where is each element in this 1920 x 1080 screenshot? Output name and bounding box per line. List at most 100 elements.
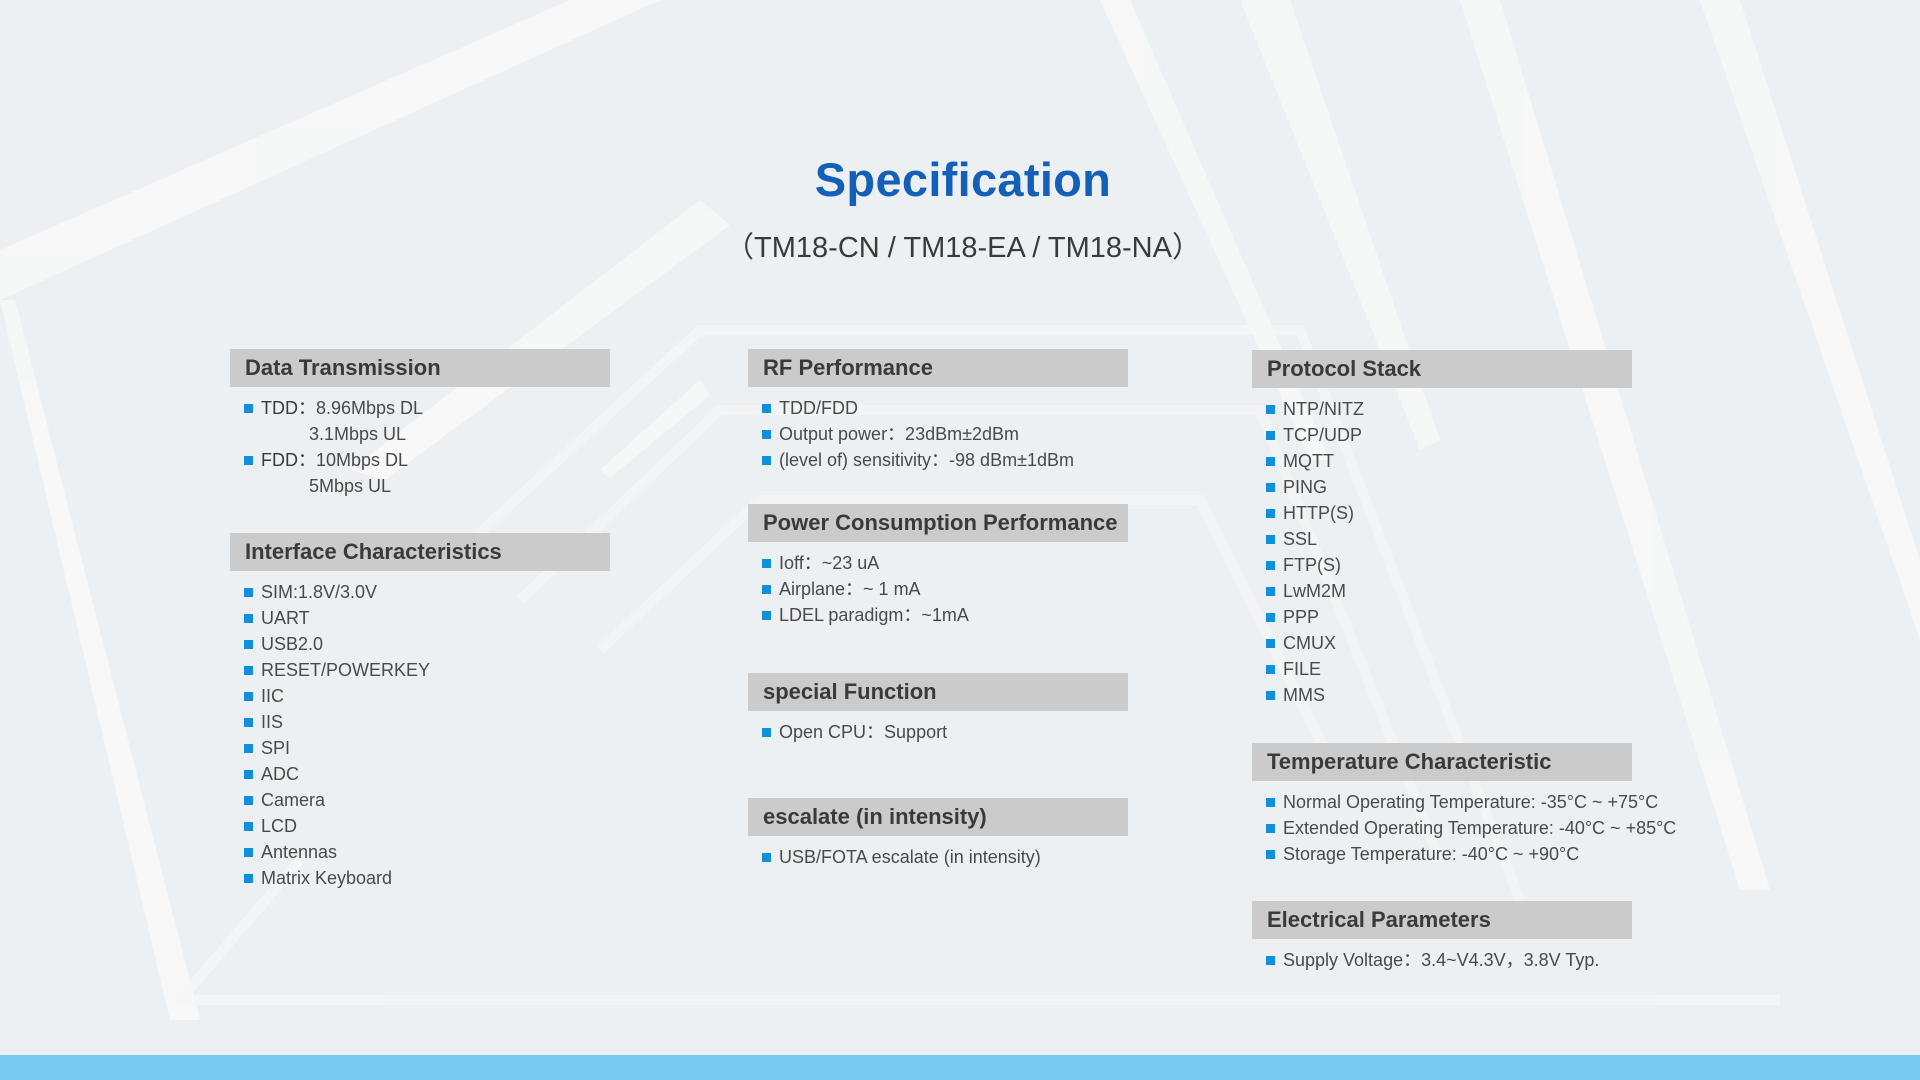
square-bullet-icon <box>1266 561 1275 570</box>
item-text: USB/FOTA escalate (in intensity) <box>779 847 1041 867</box>
spec-list: SIM:1.8V/3.0V UART USB2.0 RESET/POWERKEY IIC… <box>230 571 610 891</box>
item-key: FDD： <box>261 450 316 470</box>
spec-list: Open CPU：Support <box>748 711 1128 745</box>
item-text: FILE <box>1283 659 1322 679</box>
list-item: LDEL paradigm：~1mA <box>748 602 1128 628</box>
section-power-consumption: Power Consumption Performance Ioff：~23 u… <box>748 504 1128 628</box>
list-item: LwM2M <box>1252 578 1632 604</box>
list-item: Airplane：~ 1 mA <box>748 576 1128 602</box>
list-item: SSL <box>1252 526 1632 552</box>
section-temperature: Temperature Characteristic Normal Operat… <box>1252 743 1676 867</box>
item-text: Extended Operating Temperature: -40°C ~ … <box>1283 818 1677 838</box>
item-text: LwM2M <box>1283 581 1347 601</box>
spec-list: TDD/FDD Output power：23dBm±2dBm (level of)… <box>748 387 1128 473</box>
square-bullet-icon <box>244 796 253 805</box>
spec-list: NTP/NITZ TCP/UDP MQTT PING HTTP(S) SSL FTP(S) L… <box>1252 388 1632 708</box>
item-text: HTTP(S) <box>1283 503 1354 523</box>
square-bullet-icon <box>244 666 253 675</box>
square-bullet-icon <box>1266 457 1275 466</box>
item-value: 3.1Mbps UL <box>309 424 407 444</box>
square-bullet-icon <box>762 728 771 737</box>
item-text: Supply Voltage：3.4~V4.3V，3.8V Typ. <box>1283 950 1600 970</box>
page-title: Specification <box>814 153 1112 206</box>
square-bullet-icon <box>1266 587 1275 596</box>
item-text: MMS <box>1283 685 1325 705</box>
list-item: (level of) sensitivity：-98 dBm±1dBm <box>748 447 1128 473</box>
square-bullet-icon <box>762 430 771 439</box>
square-bullet-icon <box>244 614 253 623</box>
spec-list: Normal Operating Temperature: -35°C ~ +7… <box>1252 781 1676 867</box>
square-bullet-icon <box>1266 824 1275 833</box>
item-text: Antennas <box>261 842 338 862</box>
square-bullet-icon <box>762 404 771 413</box>
section-header: escalate (in intensity) <box>748 798 1128 836</box>
square-bullet-icon <box>1266 850 1275 859</box>
item-text: Normal Operating Temperature: -35°C ~ +7… <box>1283 792 1659 812</box>
list-item: TDD：8.96Mbps DL <box>230 395 610 421</box>
item-text: SPI <box>261 738 291 758</box>
square-bullet-icon <box>244 692 253 701</box>
square-bullet-icon <box>244 874 253 883</box>
list-item: Extended Operating Temperature: -40°C ~ … <box>1252 815 1676 841</box>
square-bullet-icon <box>762 456 771 465</box>
square-bullet-icon <box>1266 405 1275 414</box>
item-text: MQTT <box>1283 451 1334 471</box>
spec-list: Supply Voltage：3.4~V4.3V，3.8V Typ. <box>1252 939 1632 973</box>
square-bullet-icon <box>1266 956 1275 965</box>
square-bullet-icon <box>244 718 253 727</box>
square-bullet-icon <box>244 456 253 465</box>
list-item: RESET/POWERKEY <box>230 657 610 683</box>
list-item: ADC <box>230 761 610 787</box>
list-item-continuation: 3.1Mbps UL <box>230 421 610 447</box>
spec-list: TDD：8.96Mbps DL 3.1Mbps UL FDD：10Mbps DL… <box>230 387 610 499</box>
square-bullet-icon <box>1266 665 1275 674</box>
list-item: SIM:1.8V/3.0V <box>230 579 610 605</box>
list-item: Open CPU：Support <box>748 719 1128 745</box>
section-special-function: special Function Open CPU：Support <box>748 673 1128 745</box>
item-text: ADC <box>261 764 300 784</box>
item-text: SIM:1.8V/3.0V <box>261 582 378 602</box>
item-text: TCP/UDP <box>1283 425 1363 445</box>
square-bullet-icon <box>244 822 253 831</box>
list-item: USB/FOTA escalate (in intensity) <box>748 844 1128 870</box>
list-item: CMUX <box>1252 630 1632 656</box>
item-text: Matrix Keyboard <box>261 868 393 888</box>
list-item: PPP <box>1252 604 1632 630</box>
spec-list: Ioff：~23 uA Airplane：~ 1 mA LDEL paradigm：… <box>748 542 1128 628</box>
list-item-continuation: 5Mbps UL <box>230 473 610 499</box>
square-bullet-icon <box>244 404 253 413</box>
item-text: PING <box>1283 477 1328 497</box>
item-text: UART <box>261 608 310 628</box>
square-bullet-icon <box>1266 483 1275 492</box>
section-escalate: escalate (in intensity) USB/FOTA escalat… <box>748 798 1128 870</box>
square-bullet-icon <box>762 559 771 568</box>
section-header: Power Consumption Performance <box>748 504 1128 542</box>
item-text: FTP(S) <box>1283 555 1341 575</box>
square-bullet-icon <box>1266 639 1275 648</box>
section-protocol-stack: Protocol Stack NTP/NITZ TCP/UDP MQTT PING HT… <box>1252 350 1632 708</box>
item-text: Open CPU：Support <box>779 722 948 742</box>
square-bullet-icon <box>244 848 253 857</box>
list-item: UART <box>230 605 610 631</box>
item-text: SSL <box>1283 529 1318 549</box>
square-bullet-icon <box>244 588 253 597</box>
list-item: MQTT <box>1252 448 1632 474</box>
section-interface-characteristics: Interface Characteristics SIM:1.8V/3.0V U… <box>230 533 610 891</box>
list-item: MMS <box>1252 682 1632 708</box>
section-header: special Function <box>748 673 1128 711</box>
item-text: (level of) sensitivity：-98 dBm±1dBm <box>779 450 1074 470</box>
list-item: FILE <box>1252 656 1632 682</box>
item-text: LCD <box>261 816 298 836</box>
section-header: Electrical Parameters <box>1252 901 1632 939</box>
item-text: LDEL paradigm：~1mA <box>779 605 969 625</box>
section-header: Data Transmission <box>230 349 610 387</box>
item-text: NTP/NITZ <box>1283 399 1364 419</box>
item-value: 8.96Mbps DL <box>316 398 424 418</box>
item-text: Output power：23dBm±2dBm <box>779 424 1019 444</box>
item-key: TDD： <box>261 398 316 418</box>
item-value: 10Mbps DL <box>316 450 409 470</box>
section-header: Temperature Characteristic <box>1252 743 1632 781</box>
item-text: Storage Temperature: -40°C ~ +90°C <box>1283 844 1580 864</box>
list-item: Camera <box>230 787 610 813</box>
list-item: HTTP(S) <box>1252 500 1632 526</box>
